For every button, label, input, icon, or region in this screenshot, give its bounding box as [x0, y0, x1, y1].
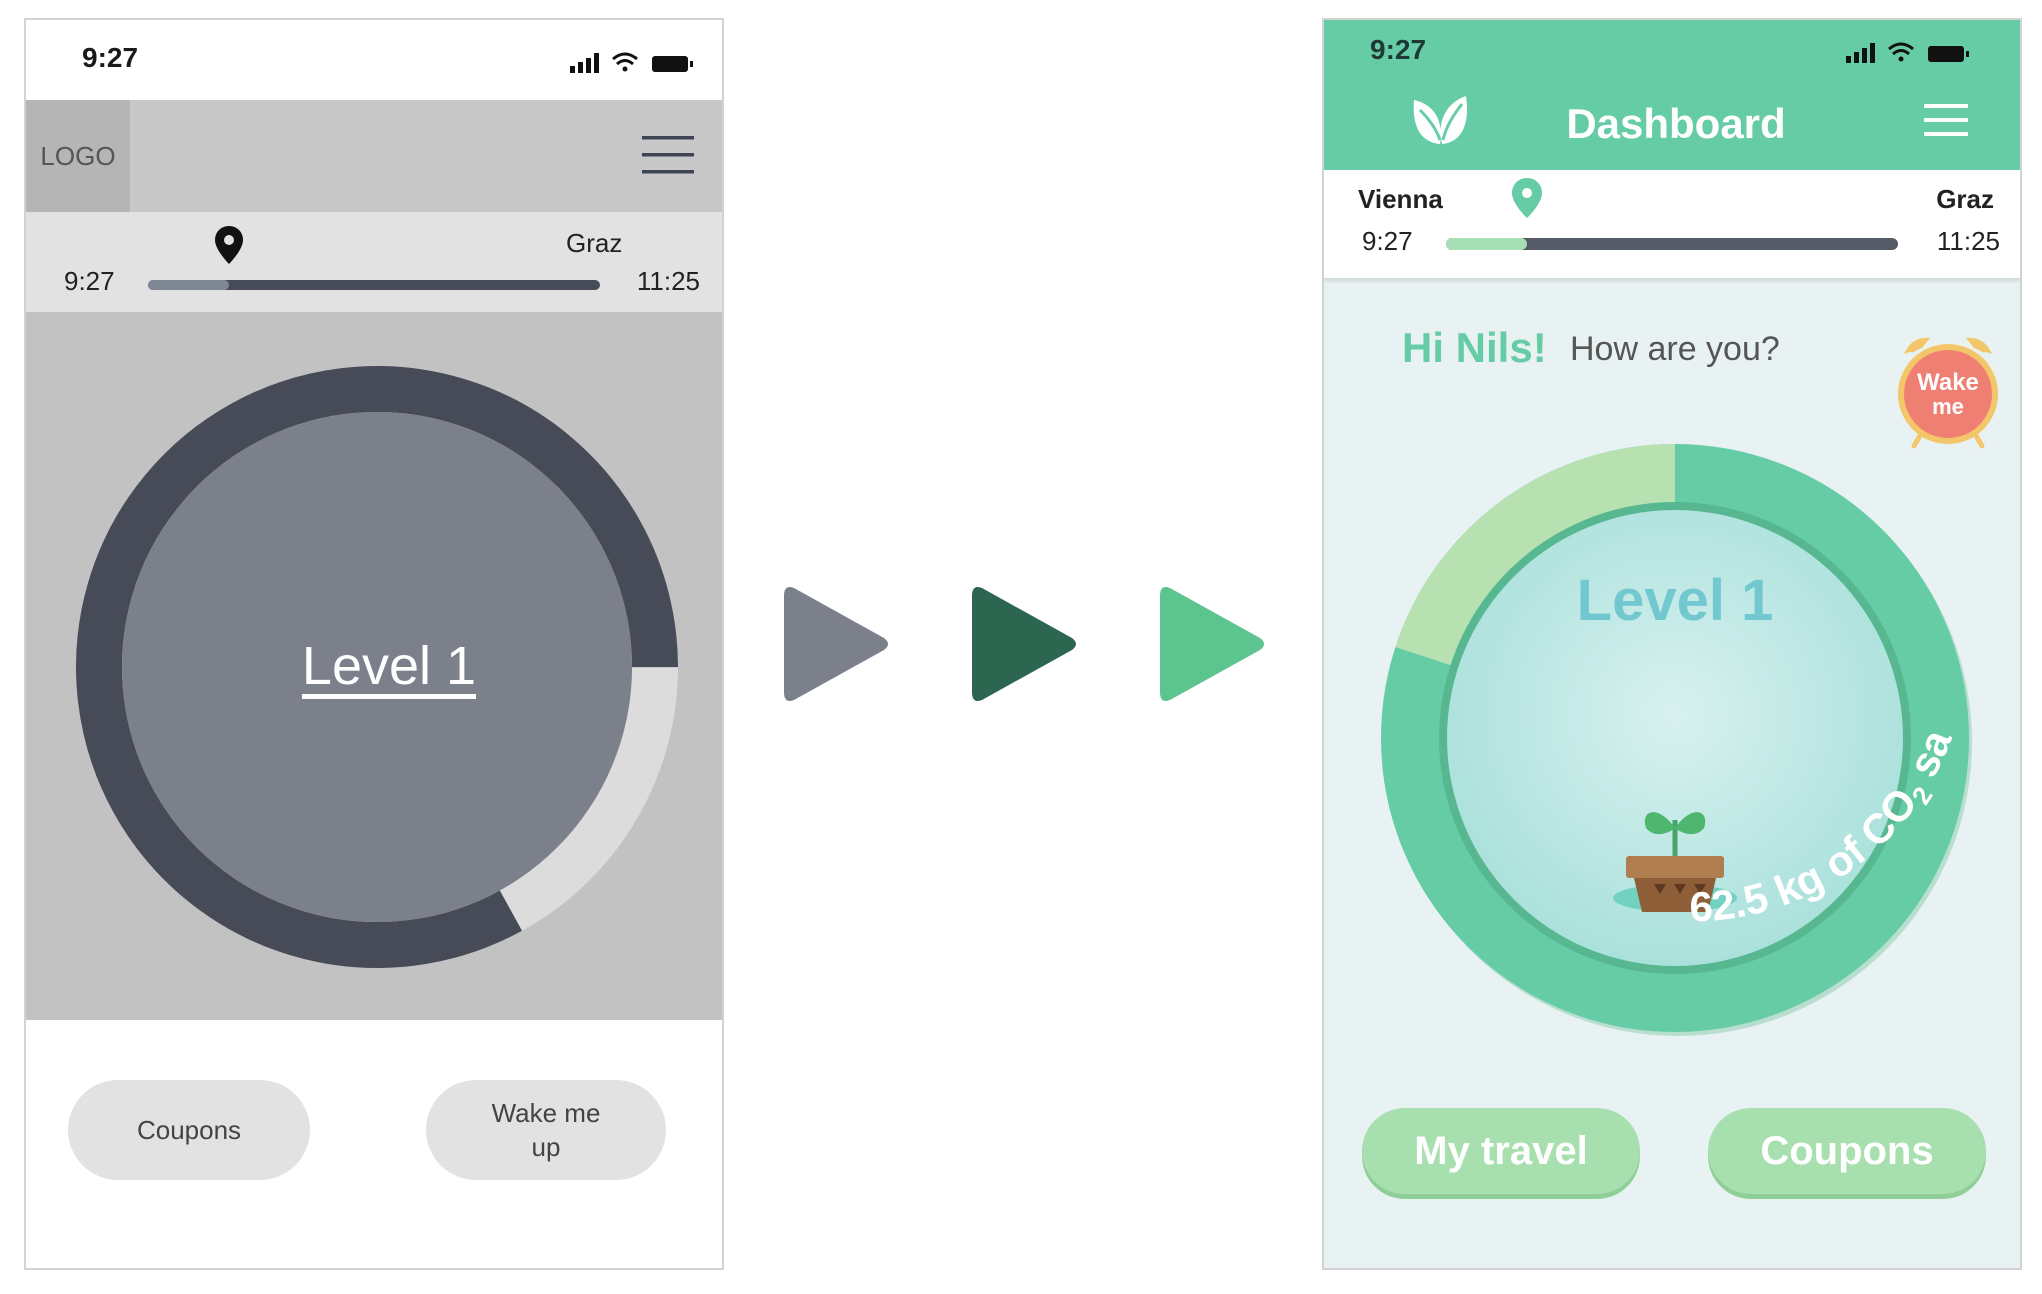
trip-start-time: 9:27: [64, 266, 115, 296]
level-progress-ring: [76, 366, 678, 968]
hamburger-menu-icon[interactable]: [1924, 104, 1968, 136]
design-phone: 9:27 Dashboard Vienna 9:27 Graz 11:25 Hi…: [1322, 18, 2022, 1270]
trip-end-time: 11:25: [1936, 226, 2000, 256]
trip-progress-bar: Vienna 9:27 Graz 11:25: [1324, 170, 2020, 278]
wifi-icon: [1888, 42, 1914, 62]
level-label: Level 1: [1577, 568, 1774, 633]
logo-placeholder: LOGO: [26, 100, 130, 212]
wireframe-phone: 9:27 LOGO Graz 9:27 11:25 Level 1 Coupon…: [24, 18, 724, 1270]
signal-icon: [1846, 43, 1875, 63]
location-pin-icon: [215, 226, 244, 264]
main-area: Level 1: [26, 312, 722, 1020]
hamburger-menu-icon[interactable]: [642, 136, 694, 174]
status-time: 9:27: [1370, 34, 1427, 65]
app-header: 9:27 Dashboard: [1324, 20, 2020, 170]
app-header: LOGO: [26, 100, 722, 212]
trip-start-time: 9:27: [1362, 226, 1413, 256]
trip-track-fill: [148, 280, 230, 290]
sub-greeting: How are you?: [1570, 330, 1780, 368]
coupons-button[interactable]: Coupons: [1708, 1108, 1986, 1194]
wifi-icon: [612, 52, 638, 72]
arrow-right-icon: [972, 587, 1076, 701]
arrow-right-icon: [1160, 587, 1264, 701]
battery-icon: [652, 56, 693, 72]
status-bar: 9:27: [26, 20, 722, 100]
trip-progress-bar: Graz 9:27 11:25: [26, 212, 722, 312]
trip-destination: Graz: [1936, 184, 1994, 214]
trip-destination: Graz: [566, 228, 623, 258]
trip-origin: Vienna: [1358, 184, 1443, 214]
status-time: 9:27: [82, 42, 139, 73]
level-progress-ring: Level 1 62.5 kg of CO2 saved: [1362, 420, 1972, 1036]
status-icons: [570, 52, 693, 73]
signal-icon: [570, 53, 599, 73]
alarm-label-line2: me: [1932, 394, 1964, 419]
location-pin-icon: [1512, 178, 1543, 218]
ring-center: [122, 412, 632, 922]
trip-track-fill: [1446, 238, 1528, 250]
status-icons: [1846, 42, 1969, 63]
wake-me-up-button[interactable]: Wake me up: [426, 1080, 666, 1180]
page-title: Dashboard: [1566, 100, 1786, 147]
greeting: Hi Nils!: [1402, 324, 1547, 371]
trip-end-time: 11:25: [636, 266, 700, 296]
alarm-label-line1: Wake: [1917, 369, 1979, 396]
coupons-button[interactable]: Coupons: [68, 1080, 310, 1180]
trip-track: [148, 280, 600, 290]
trip-track: [1446, 238, 1898, 250]
my-travel-button[interactable]: My travel: [1362, 1108, 1640, 1194]
arrow-right-icon: [784, 587, 888, 701]
battery-icon: [1928, 46, 1969, 62]
